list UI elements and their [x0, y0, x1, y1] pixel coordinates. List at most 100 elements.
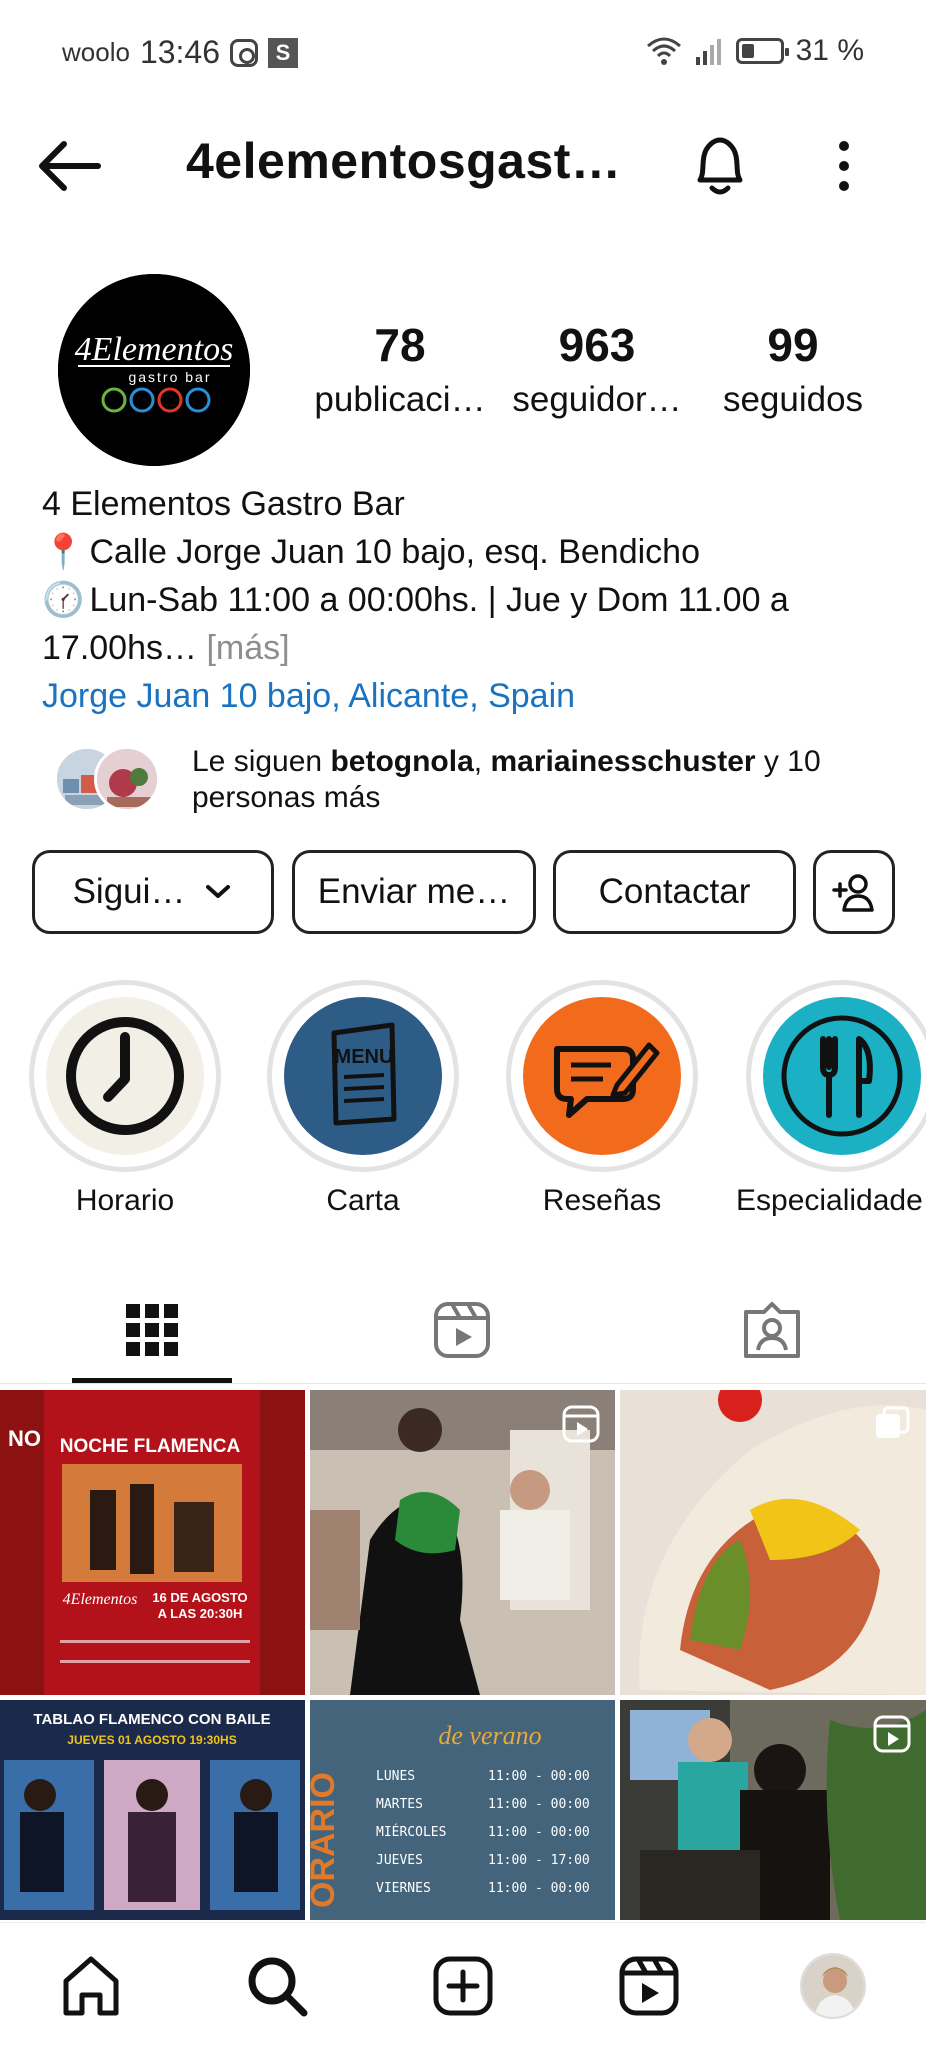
highlight-horario[interactable]: Horario	[29, 980, 221, 1218]
post-tile-4[interactable]: TABLAO FLAMENCO CON BAILE JUEVES 01 AGOS…	[0, 1700, 305, 1920]
suggest-users-button[interactable]	[813, 850, 895, 934]
location-link[interactable]: Jorge Juan 10 bajo, Alicante, Spain	[42, 672, 902, 720]
profile-bio: 4 Elementos Gastro Bar 📍 Calle Jorge Jua…	[42, 480, 902, 720]
profile-avatar-image	[802, 1955, 864, 2017]
profile-display-name: 4 Elementos Gastro Bar	[42, 485, 405, 523]
post-1-brand: 4Elementos	[63, 1591, 138, 1608]
followed-by-user-1[interactable]: betognola	[330, 745, 473, 778]
chevron-down-icon	[206, 885, 231, 898]
follower-avatar-2	[94, 746, 160, 812]
post-1-time: A LAS 20:30H	[158, 1606, 243, 1621]
nav-home[interactable]	[58, 1953, 124, 2019]
post-tile-6[interactable]	[620, 1700, 926, 1920]
followers-label: seguidor…	[512, 380, 682, 419]
status-left: woolo 13:46 S	[62, 34, 299, 71]
highlight-label: Reseñas	[542, 1184, 662, 1217]
tab-reels[interactable]	[430, 1298, 494, 1362]
clock-icon	[46, 997, 204, 1155]
highlight-label: Carta	[326, 1184, 400, 1217]
instagram-notification-icon	[230, 38, 259, 67]
status-bar: woolo 13:46 S 31 %	[0, 0, 926, 104]
brand-logo: 4Elementos gastro bar	[58, 274, 250, 466]
highlight-carta[interactable]: MENU Carta	[267, 980, 459, 1218]
followed-by-separator: ,	[473, 745, 491, 778]
follower-avatar-2-image	[97, 749, 157, 809]
clock-icon: 🕜	[42, 581, 85, 619]
battery-percent: 31 %	[795, 34, 864, 67]
bio-hours-line: 🕜 Lun-Sab 11:00 a 00:00hs. | Jue y Dom 1…	[42, 576, 902, 624]
reels-icon	[434, 1302, 490, 1358]
posts-grid: NO NOCHE FLAMENCA 4Elementos 16 DE AGOST…	[0, 1390, 926, 1920]
bio-hours-line-2: 17.00hs… [más]	[42, 624, 902, 672]
message-button[interactable]: Enviar me…	[292, 850, 536, 934]
tagged-icon	[744, 1302, 800, 1358]
more-options-button[interactable]	[826, 134, 862, 198]
posts-number: 78	[374, 319, 426, 371]
menu-icon: MENU	[284, 997, 442, 1155]
back-button[interactable]	[36, 138, 108, 194]
bottom-navigation	[0, 1922, 926, 2048]
notifications-button[interactable]	[686, 130, 754, 202]
more-link[interactable]: [más]	[206, 629, 289, 667]
post-5-day-2: MARTES	[376, 1797, 423, 1812]
add-user-icon	[832, 874, 874, 912]
nav-reels[interactable]	[616, 1953, 682, 2019]
post-tile-5[interactable]: de verano ORARIO LUNES 11:00 - 00:00 MAR…	[310, 1700, 615, 1920]
profile-tabs	[0, 1278, 926, 1384]
bio-hours-text: Lun-Sab 11:00 a 00:00hs. | Jue y Dom 11.…	[89, 581, 789, 619]
add-post-icon	[433, 1956, 493, 2016]
more-vertical-icon	[839, 141, 849, 191]
post-5-image: de verano ORARIO LUNES 11:00 - 00:00 MAR…	[310, 1700, 615, 1920]
contact-button[interactable]: Contactar	[553, 850, 796, 934]
message-button-label: Enviar me…	[317, 872, 511, 911]
bio-address-text: Calle Jorge Juan 10 bajo, esq. Bendicho	[89, 533, 700, 571]
logo-text: 4Elementos	[75, 331, 234, 368]
nav-search[interactable]	[244, 1953, 310, 2019]
post-5-heading: de verano	[438, 1721, 541, 1750]
posts-count[interactable]: 78 publicaci…	[306, 318, 494, 420]
profile-top-bar: 4elementosgast…	[0, 120, 926, 210]
followed-by-user-2[interactable]: mariainesschuster	[490, 745, 755, 778]
bell-icon	[697, 137, 743, 195]
nav-profile-avatar[interactable]	[800, 1953, 866, 2019]
followed-by-prefix: Le siguen	[192, 745, 331, 778]
highlight-ring	[746, 980, 926, 1172]
pin-icon: 📍	[42, 533, 85, 571]
highlight-ring	[506, 980, 698, 1172]
reel-indicator-icon	[562, 1405, 600, 1443]
post-4-subtitle: JUEVES 01 AGOSTO 19:30HS	[67, 1733, 236, 1747]
contact-button-label: Contactar	[598, 872, 751, 911]
post-4-title: TABLAO FLAMENCO CON BAILE	[33, 1711, 270, 1728]
logo-subtext: gastro bar	[128, 369, 211, 385]
grid-icon	[126, 1304, 178, 1356]
cutlery-icon	[763, 997, 921, 1155]
following-count[interactable]: 99 seguidos	[708, 318, 878, 420]
s-notification-icon: S	[268, 37, 299, 68]
following-button[interactable]: Sigui…	[32, 850, 274, 934]
followed-by-row[interactable]: Le siguen betognola, mariainesschuster y…	[54, 744, 914, 824]
post-tile-2[interactable]	[310, 1390, 615, 1695]
highlight-label: Horario	[75, 1184, 175, 1217]
reels-icon	[619, 1956, 679, 2016]
carrier-name: woolo	[62, 37, 130, 67]
clock: 13:46	[139, 34, 221, 70]
bio-hours-text-2: 17.00hs…	[42, 629, 197, 667]
post-4-image: TABLAO FLAMENCO CON BAILE JUEVES 01 AGOS…	[0, 1700, 305, 1920]
highlight-especialidades[interactable]: Especialidade	[736, 980, 926, 1218]
highlight-ring: MENU	[267, 980, 459, 1172]
post-tile-1[interactable]: NO NOCHE FLAMENCA 4Elementos 16 DE AGOST…	[0, 1390, 305, 1695]
tab-grid[interactable]	[120, 1298, 184, 1362]
post-5-day-1: LUNES	[376, 1769, 415, 1784]
followers-count[interactable]: 963 seguidor…	[508, 318, 686, 420]
highlight-resenas[interactable]: Reseñas	[506, 980, 698, 1218]
search-icon	[248, 1957, 308, 2017]
tab-tagged[interactable]	[740, 1298, 804, 1362]
nav-create[interactable]	[430, 1953, 496, 2019]
post-tile-3[interactable]	[620, 1390, 926, 1695]
profile-avatar[interactable]: 4Elementos gastro bar	[58, 274, 250, 466]
carousel-indicator-icon	[876, 1406, 910, 1438]
reel-indicator-icon	[873, 1715, 911, 1753]
post-1-side-text: NO	[8, 1426, 41, 1451]
highlight-label: Especialidade	[736, 1184, 923, 1217]
following-number: 99	[767, 319, 819, 371]
